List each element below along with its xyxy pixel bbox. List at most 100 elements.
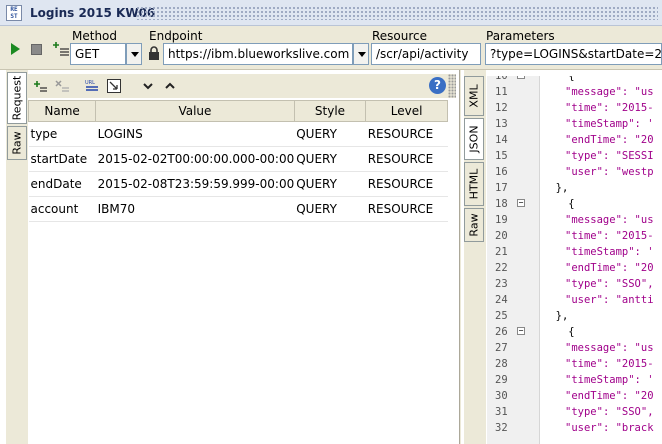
add-parameter-icon[interactable]: [52, 40, 70, 56]
help-icon[interactable]: ?: [429, 77, 446, 94]
request-side-tabs: Request Raw: [6, 70, 28, 444]
json-property: "message": "us: [543, 212, 654, 228]
tab-request[interactable]: Request: [7, 72, 27, 124]
line-number: 18: [495, 198, 508, 210]
code-line: 30 "endTime": "20: [487, 388, 662, 404]
code-line: 22 "endTime": "20: [487, 260, 662, 276]
json-property: "endTime": "20: [543, 260, 654, 276]
json-property: "timeStamp": ': [543, 244, 654, 260]
url-encode-icon[interactable]: URL: [84, 78, 100, 94]
json-key: "user": [565, 166, 603, 178]
json-value: : "2015-: [602, 102, 654, 114]
line-number: 28: [495, 358, 508, 370]
json-key: "timeStamp": [565, 246, 635, 258]
collapse-icon[interactable]: −: [517, 199, 525, 207]
column-header-style[interactable]: Style: [293, 100, 367, 122]
code-line: 29 "timeStamp": ': [487, 372, 662, 388]
parameters-table: Name Value Style Level type LOGINS QUERY…: [27, 100, 448, 222]
code-line: 21 "timeStamp": ': [487, 244, 662, 260]
param-name-cell[interactable]: startDate: [28, 146, 96, 172]
json-viewer[interactable]: 10− {11"message": "us12"time": "2015-13"…: [487, 76, 662, 444]
parameters-input[interactable]: ?type=LOGINS&startDate=2015-0: [485, 43, 662, 65]
code-line: 31 "type": "SSO",: [487, 404, 662, 420]
method-select[interactable]: GET: [70, 43, 126, 65]
json-value: : "us: [621, 214, 654, 226]
param-value-cell[interactable]: LOGINS: [95, 121, 295, 147]
stop-icon[interactable]: [31, 44, 42, 55]
tab-raw-response[interactable]: Raw: [464, 208, 484, 242]
param-level-cell[interactable]: RESOURCE: [365, 196, 448, 222]
param-style-cell[interactable]: QUERY: [294, 146, 366, 172]
code-line: 16 "user": "westp: [487, 164, 662, 180]
column-header-level[interactable]: Level: [365, 100, 448, 122]
json-key: "time": [565, 102, 603, 114]
table-row[interactable]: endDate 2015-02-08T23:59:59.999-00:00 QU…: [28, 171, 448, 197]
code-line: 23 "type": "SSO",: [487, 276, 662, 292]
json-key: "timeStamp": [565, 118, 635, 130]
param-value-cell[interactable]: 2015-02-08T23:59:59.999-00:00: [95, 171, 295, 197]
endpoint-input[interactable]: https://ibm.blueworkslive.com: [163, 43, 353, 65]
tab-html[interactable]: HTML: [464, 162, 484, 206]
toggle-editor-icon[interactable]: [106, 78, 122, 94]
json-property: "type": "SESSI: [543, 148, 654, 164]
line-number: 12: [495, 102, 508, 114]
add-param-icon[interactable]: [32, 78, 48, 94]
param-name-cell[interactable]: account: [28, 196, 96, 222]
json-key: "message": [565, 214, 622, 226]
json-value: : "2015-: [602, 230, 654, 242]
parameters-label: Parameters: [486, 29, 555, 43]
collapse-icon[interactable]: −: [517, 76, 525, 79]
json-value: : "20: [621, 262, 654, 274]
table-row[interactable]: startDate 2015-02-02T00:00:00.000-00:00 …: [28, 146, 448, 172]
param-name-cell[interactable]: endDate: [28, 171, 96, 197]
line-number: 13: [495, 118, 508, 130]
endpoint-dropdown-icon[interactable]: [353, 43, 369, 65]
line-number: 21: [495, 246, 508, 258]
json-bracket: },: [543, 310, 569, 322]
splitter-grip[interactable]: [448, 74, 456, 98]
table-row[interactable]: type LOGINS QUERY RESOURCE: [28, 121, 448, 147]
resource-label: Resource: [372, 29, 428, 43]
move-up-icon[interactable]: [162, 78, 178, 94]
code-line: 11 "message": "us: [487, 84, 662, 100]
json-key: "endTime": [565, 390, 622, 402]
code-line: 32 "user": "brack: [487, 420, 662, 436]
param-style-cell[interactable]: QUERY: [294, 196, 366, 222]
remove-param-icon[interactable]: [54, 78, 70, 94]
param-name-cell[interactable]: type: [28, 121, 96, 147]
tab-raw-request[interactable]: Raw: [7, 126, 27, 160]
title-bar-grip[interactable]: [136, 6, 658, 20]
svg-text:URL: URL: [85, 80, 95, 86]
request-panel: Request Raw URL ? Name Value Style Level…: [0, 70, 460, 444]
resource-input[interactable]: /scr/api/activity: [371, 43, 481, 65]
code-line: 20 "time": "2015-: [487, 228, 662, 244]
param-value-cell[interactable]: 2015-02-02T00:00:00.000-00:00: [95, 146, 295, 172]
column-header-value[interactable]: Value: [95, 100, 295, 122]
code-line: 13 "timeStamp": ': [487, 116, 662, 132]
collapse-icon[interactable]: −: [517, 327, 525, 335]
param-level-cell[interactable]: RESOURCE: [365, 171, 448, 197]
json-value: : "westp: [602, 166, 654, 178]
param-style-cell[interactable]: QUERY: [294, 171, 366, 197]
line-number: 11: [495, 86, 508, 98]
code-line: 18 − {: [487, 196, 662, 212]
run-icon[interactable]: [9, 42, 21, 56]
json-value: : ': [634, 118, 654, 130]
method-dropdown-icon[interactable]: [126, 43, 142, 65]
param-value-cell[interactable]: IBM70: [95, 196, 295, 222]
tab-json[interactable]: JSON: [464, 118, 484, 160]
table-row[interactable]: account IBM70 QUERY RESOURCE: [28, 196, 448, 222]
tab-xml[interactable]: XML: [464, 76, 484, 116]
json-property: "user": "antti: [543, 292, 654, 308]
code-line: 12 "time": "2015-: [487, 100, 662, 116]
param-level-cell[interactable]: RESOURCE: [365, 146, 448, 172]
param-style-cell[interactable]: QUERY: [294, 121, 366, 147]
column-header-name[interactable]: Name: [27, 100, 97, 122]
json-bracket: },: [543, 182, 569, 194]
code-line: 28 "time": "2015-: [487, 356, 662, 372]
json-bracket: {: [543, 198, 575, 210]
code-line: 26 − {: [487, 324, 662, 340]
move-down-icon[interactable]: [140, 78, 156, 94]
param-level-cell[interactable]: RESOURCE: [365, 121, 448, 147]
line-number: 26: [495, 326, 508, 338]
